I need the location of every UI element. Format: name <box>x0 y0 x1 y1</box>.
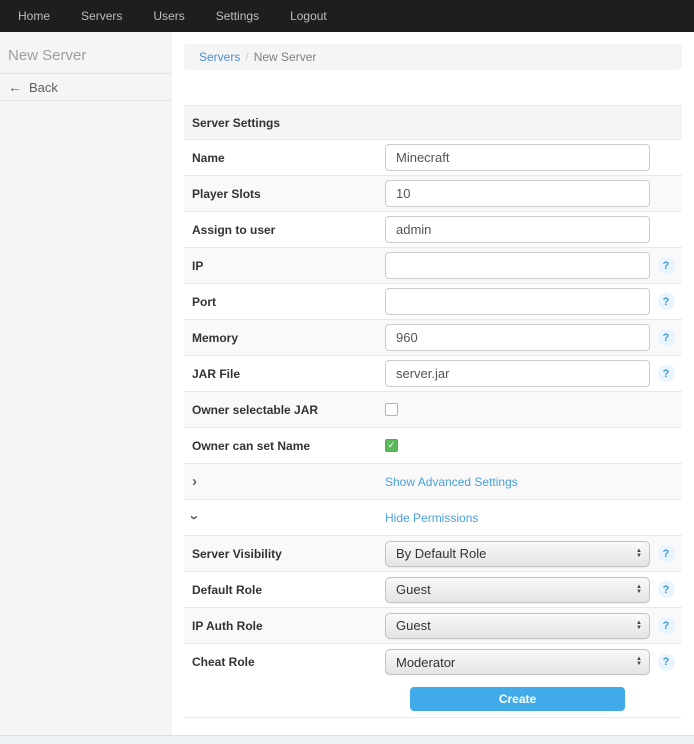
field-label-jar-file: JAR File <box>184 367 385 381</box>
field-label-cheat-role: Cheat Role <box>184 655 385 669</box>
footer-bar <box>0 735 694 744</box>
field-label-server-visibility: Server Visibility <box>184 547 385 561</box>
help-icon[interactable]: ? <box>658 617 675 634</box>
help-icon[interactable]: ? <box>658 329 675 346</box>
field-label-memory: Memory <box>184 331 385 345</box>
chevron-right-icon[interactable]: › <box>192 474 197 489</box>
back-label: Back <box>29 80 58 95</box>
select-server-visibility[interactable]: By Default Role ▲▼ <box>385 541 650 567</box>
checkbox-owner-can-set-name[interactable]: ✓ <box>385 439 398 452</box>
page-title: New Server <box>0 32 172 74</box>
nav-item-users[interactable]: Users <box>145 9 192 23</box>
field-label-owner-can-set-name: Owner can set Name <box>184 439 385 453</box>
field-label-ip-auth-role: IP Auth Role <box>184 619 385 633</box>
breadcrumb-servers-link[interactable]: Servers <box>199 50 240 64</box>
form-row-port: Port? <box>184 284 682 320</box>
form-row-owner-can-set-name: Owner can set Name✓ <box>184 428 682 464</box>
breadcrumb-current: New Server <box>254 50 317 64</box>
help-icon[interactable]: ? <box>658 257 675 274</box>
form-row-jar-file: JAR File? <box>184 356 682 392</box>
form-row-server-visibility: Server Visibility By Default Role ▲▼? <box>184 536 682 572</box>
input-ip[interactable] <box>385 252 650 279</box>
input-name[interactable] <box>385 144 650 171</box>
toggle-chevron-cell: › <box>184 474 385 489</box>
link-hide-permissions[interactable]: Hide Permissions <box>385 511 478 525</box>
select-value: Guest <box>396 618 431 633</box>
help-icon[interactable]: ? <box>658 545 675 562</box>
field-label-assign-to-user: Assign to user <box>184 223 385 237</box>
form-row-show-advanced-settings: › Show Advanced Settings <box>184 464 682 500</box>
create-button[interactable]: Create <box>410 687 625 711</box>
input-port[interactable] <box>385 288 650 315</box>
field-label-default-role: Default Role <box>184 583 385 597</box>
form-rows: NamePlayer SlotsAssign to userIP?Port?Me… <box>184 140 682 680</box>
select-value: Guest <box>396 582 431 597</box>
section-header: Server Settings <box>184 106 682 140</box>
nav-item-servers[interactable]: Servers <box>73 9 130 23</box>
select-stepper-icon: ▲▼ <box>636 549 642 559</box>
input-assign-to-user[interactable] <box>385 216 650 243</box>
select-value: Moderator <box>396 655 455 670</box>
sidebar: New Server ← Back <box>0 32 172 735</box>
nav-item-home[interactable]: Home <box>10 9 58 23</box>
form-row-default-role: Default Role Guest ▲▼? <box>184 572 682 608</box>
form-row-memory: Memory? <box>184 320 682 356</box>
select-cheat-role[interactable]: Moderator ▲▼ <box>385 649 650 675</box>
form-row-owner-selectable-jar: Owner selectable JAR <box>184 392 682 428</box>
form-row-name: Name <box>184 140 682 176</box>
input-memory[interactable] <box>385 324 650 351</box>
create-row: Create <box>184 680 682 717</box>
top-navbar: Home Servers Users Settings Logout <box>0 0 694 32</box>
nav-item-settings[interactable]: Settings <box>208 9 267 23</box>
chevron-down-icon[interactable]: › <box>187 515 202 520</box>
help-icon[interactable]: ? <box>658 293 675 310</box>
select-stepper-icon: ▲▼ <box>636 621 642 631</box>
field-label-port: Port <box>184 295 385 309</box>
select-ip-auth-role[interactable]: Guest ▲▼ <box>385 613 650 639</box>
select-stepper-icon: ▲▼ <box>636 585 642 595</box>
form-row-player-slots: Player Slots <box>184 176 682 212</box>
form-row-cheat-role: Cheat Role Moderator ▲▼? <box>184 644 682 680</box>
link-show-advanced-settings[interactable]: Show Advanced Settings <box>385 475 518 489</box>
field-label-name: Name <box>184 151 385 165</box>
form-row-ip-auth-role: IP Auth Role Guest ▲▼? <box>184 608 682 644</box>
select-default-role[interactable]: Guest ▲▼ <box>385 577 650 603</box>
breadcrumb-separator: / <box>245 50 248 64</box>
checkbox-owner-selectable-jar[interactable] <box>385 403 398 416</box>
nav-item-logout[interactable]: Logout <box>282 9 335 23</box>
help-icon[interactable]: ? <box>658 581 675 598</box>
server-settings-form: Server Settings Name Player Slots Assign t… <box>184 105 682 718</box>
main-content: Servers / New Server Server Settings Nam… <box>172 32 694 735</box>
help-icon[interactable]: ? <box>658 654 675 671</box>
select-value: By Default Role <box>396 546 486 561</box>
select-stepper-icon: ▲▼ <box>636 657 642 667</box>
input-player-slots[interactable] <box>385 180 650 207</box>
form-row-assign-to-user: Assign to user <box>184 212 682 248</box>
field-label-player-slots: Player Slots <box>184 187 385 201</box>
breadcrumb: Servers / New Server <box>184 44 682 70</box>
field-label-ip: IP <box>184 259 385 273</box>
input-jar-file[interactable] <box>385 360 650 387</box>
back-arrow-icon: ← <box>8 79 22 95</box>
form-row-ip: IP? <box>184 248 682 284</box>
help-icon[interactable]: ? <box>658 365 675 382</box>
toggle-chevron-cell: › <box>184 510 385 525</box>
back-button[interactable]: ← Back <box>0 74 172 101</box>
field-label-owner-selectable-jar: Owner selectable JAR <box>184 403 385 417</box>
form-row-hide-permissions: › Hide Permissions <box>184 500 682 536</box>
